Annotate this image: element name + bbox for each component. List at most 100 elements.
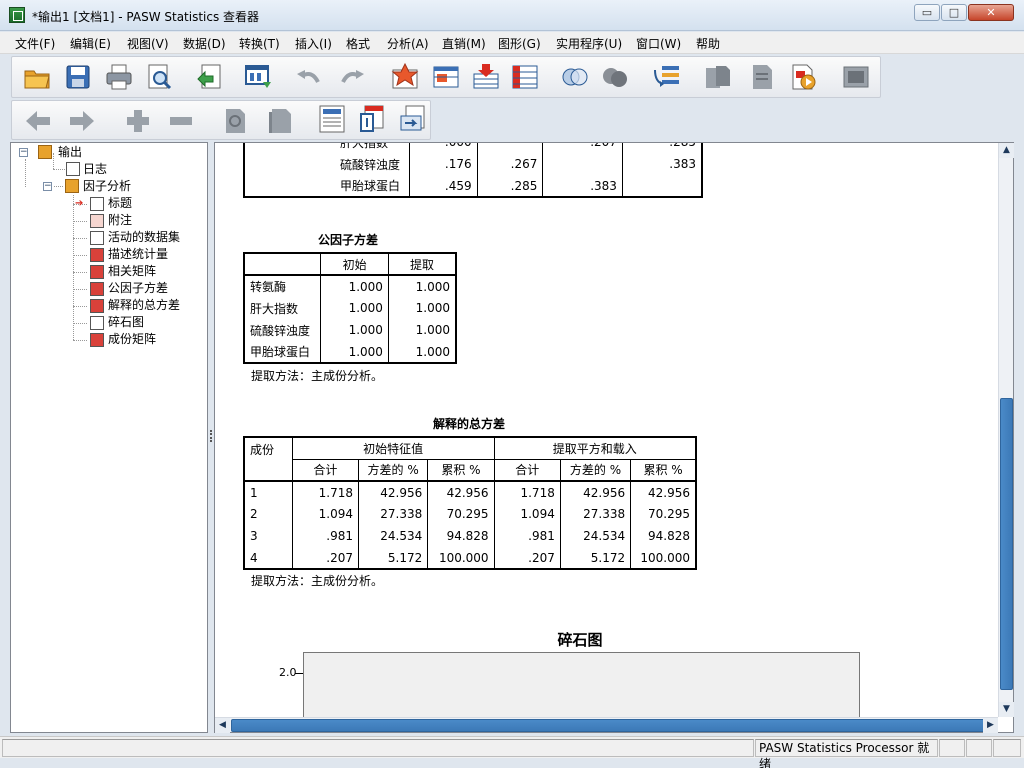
menu-analyze[interactable]: 分析(A) (387, 35, 429, 52)
scroll-down-arrow-icon[interactable]: ▼ (999, 702, 1014, 717)
splitter-grip[interactable] (210, 430, 213, 442)
vertical-scrollbar[interactable]: ▲ ▼ (998, 143, 1014, 717)
recall-dialog-icon[interactable] (243, 62, 273, 92)
arrow-right-icon[interactable] (67, 106, 97, 136)
table-row: 甲胎球蛋白 .459 .285 .383 (242, 175, 703, 197)
tree-item-output[interactable]: 输出 (58, 144, 82, 160)
table-row: 转氨酶 1.000 1.000 (244, 275, 456, 297)
spelling-icon[interactable] (652, 62, 682, 92)
menu-bar: 文件(F) 编辑(E) 视图(V) 数据(D) 转换(T) 插入(I) 格式 分… (0, 32, 1024, 54)
vertical-scroll-thumb[interactable] (1000, 398, 1013, 690)
close-button[interactable]: ✕ (968, 4, 1014, 21)
tree-item-total-variance[interactable]: 解释的总方差 (108, 297, 180, 313)
undo-icon[interactable] (294, 64, 324, 94)
column-header: 合计 (291, 459, 359, 481)
run-script-icon[interactable] (788, 62, 818, 92)
maximize-button[interactable]: □ (941, 4, 967, 21)
redo-icon[interactable] (337, 64, 367, 94)
menu-format[interactable]: 格式 (346, 35, 370, 52)
cell: .285 (621, 143, 703, 153)
tree-item-communalities[interactable]: 公因子方差 (108, 280, 168, 296)
table-row: 硫酸锌浊度 .176 .267 .383 (242, 153, 703, 175)
cell: 1.000 (320, 341, 389, 363)
output-book-icon (38, 145, 52, 159)
designate-window-icon[interactable] (702, 62, 732, 92)
tree-item-component-matrix[interactable]: 成份矩阵 (108, 331, 156, 347)
goto-case-icon[interactable] (431, 62, 461, 92)
menu-edit[interactable]: 编辑(E) (70, 35, 111, 52)
scroll-left-arrow-icon[interactable]: ◀ (215, 718, 230, 733)
tree-item-descriptives[interactable]: 描述统计量 (108, 246, 168, 262)
hide-icon[interactable] (265, 106, 295, 136)
cell: 42.956 (630, 481, 696, 503)
cell: 24.534 (357, 525, 428, 547)
tree-item-factor-analysis[interactable]: 因子分析 (83, 178, 131, 194)
cell (476, 143, 543, 153)
scroll-up-arrow-icon[interactable]: ▲ (999, 143, 1014, 158)
app-icon (9, 7, 25, 23)
cell: 5.172 (559, 547, 631, 569)
tree-item-title[interactable]: 标题 (108, 195, 132, 211)
row-label: 1 (250, 485, 258, 500)
cell: 1.000 (387, 275, 456, 297)
cell: 5.172 (357, 547, 428, 569)
use-sets-icon[interactable] (560, 62, 590, 92)
row-label: 甲胎球蛋白 (250, 345, 311, 359)
status-cell-blank (2, 739, 754, 757)
cell: .207 (291, 547, 359, 569)
menu-direct-marketing[interactable]: 直销(M) (442, 35, 486, 52)
row-label: 硫酸锌浊度 (250, 323, 311, 338)
cell: .383 (621, 153, 703, 175)
export-icon[interactable] (195, 62, 225, 92)
goto-data-icon[interactable] (390, 62, 420, 92)
variance-title: 解释的总方差 (432, 417, 505, 431)
print-preview-icon[interactable] (144, 62, 174, 92)
status-bar: PASW Statistics Processor 就绪 (0, 736, 1024, 768)
correlation-matrix-table: 肝大指数 .000 .207 .285 硫酸锌浊度 .176 .267 .383… (242, 143, 703, 198)
arrow-left-icon[interactable] (23, 106, 53, 136)
status-cell-small (993, 739, 1021, 757)
variables-icon[interactable] (510, 62, 540, 92)
collapse-factor-toggle[interactable]: − (43, 182, 52, 191)
menu-help[interactable]: 帮助 (696, 35, 720, 52)
menu-insert[interactable]: 插入(I) (295, 35, 332, 52)
insert-text-icon[interactable] (358, 104, 388, 134)
variance-table-icon (90, 299, 104, 313)
cell: 42.956 (559, 481, 631, 503)
menu-data[interactable]: 数据(D) (183, 35, 226, 52)
menu-utilities[interactable]: 实用程序(U) (556, 35, 622, 52)
collapse-minus-icon[interactable] (166, 106, 196, 136)
tree-item-correlation-matrix[interactable]: 相关矩阵 (108, 263, 156, 279)
tree-item-scree-plot[interactable]: 碎石图 (108, 314, 144, 330)
goto-variable-icon[interactable] (471, 62, 501, 92)
show-icon[interactable] (221, 106, 251, 136)
navigation-toolbar (11, 100, 431, 140)
menu-graphs[interactable]: 图形(G) (498, 35, 541, 52)
menu-file[interactable]: 文件(F) (15, 35, 55, 52)
horizontal-scroll-thumb[interactable] (231, 719, 985, 732)
scroll-right-arrow-icon[interactable]: ▶ (983, 718, 998, 733)
column-header: 提取 (387, 253, 456, 275)
tree-item-active-dataset[interactable]: 活动的数据集 (108, 229, 180, 245)
insert-page-icon[interactable] (398, 104, 428, 134)
print-icon[interactable] (104, 62, 134, 92)
minimize-button[interactable]: ▭ (914, 4, 940, 21)
menu-window[interactable]: 窗口(W) (636, 35, 681, 52)
menu-transform[interactable]: 转换(T) (239, 35, 280, 52)
show-all-variables-icon[interactable] (600, 62, 630, 92)
expand-plus-icon[interactable] (123, 106, 153, 136)
tree-item-notes[interactable]: 附注 (108, 212, 132, 228)
output-icon[interactable] (841, 62, 871, 92)
collapse-output-toggle[interactable]: − (19, 148, 28, 157)
create-edit-autoscript-icon[interactable] (747, 62, 777, 92)
open-folder-icon[interactable] (22, 62, 52, 92)
table-row: 硫酸锌浊度 1.000 1.000 (244, 319, 456, 341)
insert-heading-icon[interactable] (317, 104, 347, 134)
save-icon[interactable] (63, 62, 93, 92)
cell: 24.534 (559, 525, 631, 547)
horizontal-scrollbar[interactable]: ◀ ▶ (215, 717, 998, 733)
cell: 1.094 (291, 503, 359, 525)
tree-item-log[interactable]: 日志 (83, 161, 107, 177)
cell: 70.295 (630, 503, 696, 525)
menu-view[interactable]: 视图(V) (127, 35, 169, 52)
